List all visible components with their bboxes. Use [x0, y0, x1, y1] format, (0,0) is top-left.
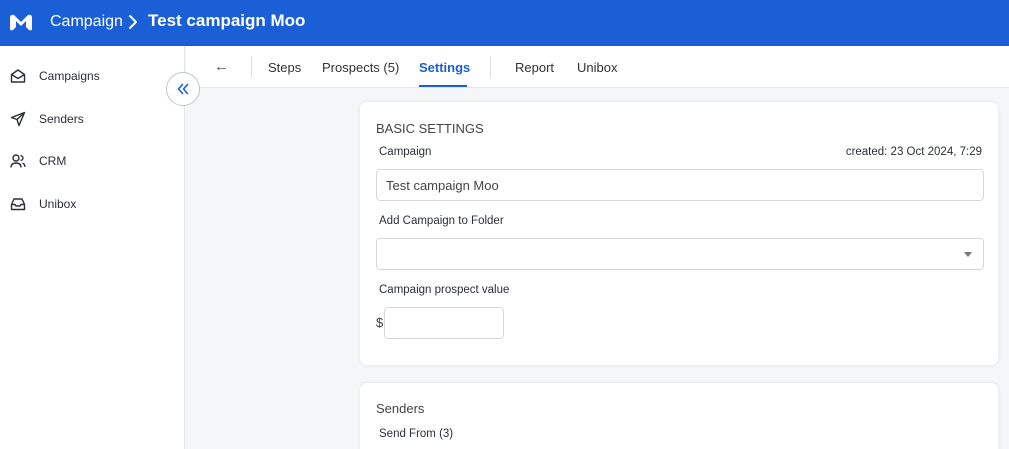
caret-down-icon: [964, 252, 972, 257]
created-timestamp: created: 23 Oct 2024, 7:29: [845, 146, 982, 158]
sidebar-item-label: Campaigns: [39, 69, 100, 83]
page-title: Test campaign Moo: [148, 11, 306, 30]
sidebar-item-campaigns[interactable]: Campaigns: [0, 61, 184, 91]
collapse-sidebar-button[interactable]: [166, 72, 200, 106]
users-icon: [10, 154, 26, 168]
inbox-icon: [10, 198, 26, 211]
prospect-value-label: Campaign prospect value: [379, 284, 510, 296]
paper-plane-icon: [10, 111, 26, 127]
active-tab-indicator: [419, 85, 467, 87]
folder-select[interactable]: [376, 238, 984, 270]
prospect-value-input[interactable]: [384, 307, 504, 339]
divider: [490, 56, 491, 78]
tab-prospects[interactable]: Prospects (5): [322, 60, 399, 75]
sidebar: Campaigns Senders CRM Unibox: [0, 46, 185, 449]
sidebar-item-senders[interactable]: Senders: [0, 104, 184, 134]
sidebar-item-label: Unibox: [39, 197, 77, 211]
campaign-name-input[interactable]: [376, 169, 984, 201]
tab-unibox[interactable]: Unibox: [577, 60, 617, 75]
divider: [251, 56, 252, 78]
double-chevron-left-icon: [177, 83, 189, 95]
section-title: Senders: [376, 401, 425, 416]
basic-settings-card: BASIC SETTINGS Campaign created: 23 Oct …: [359, 101, 999, 366]
tab-settings[interactable]: Settings: [419, 60, 470, 75]
tab-steps[interactable]: Steps: [268, 60, 301, 75]
campaign-name-label: Campaign: [379, 146, 432, 158]
top-bar: Campaign Test campaign Moo: [0, 0, 1009, 46]
sidebar-item-label: Senders: [39, 112, 84, 126]
campaign-tabs: ← Steps Prospects (5) Settings Report Un…: [186, 46, 1009, 88]
back-button[interactable]: ←: [214, 58, 229, 75]
section-title: BASIC SETTINGS: [376, 121, 484, 136]
tab-report[interactable]: Report: [515, 60, 554, 75]
chevron-right-icon: [129, 15, 137, 29]
envelope-open-icon: [10, 69, 26, 83]
sidebar-item-unibox[interactable]: Unibox: [0, 189, 184, 219]
sidebar-item-label: CRM: [39, 154, 67, 168]
sidebar-item-crm[interactable]: CRM: [0, 146, 184, 176]
folder-label: Add Campaign to Folder: [379, 215, 504, 227]
senders-card: Senders Send From (3): [359, 382, 999, 449]
breadcrumb-campaign[interactable]: Campaign: [50, 12, 123, 32]
currency-symbol: $: [376, 315, 384, 330]
send-from-label: Send From (3): [379, 428, 454, 440]
brand-logo-icon[interactable]: [9, 12, 33, 32]
